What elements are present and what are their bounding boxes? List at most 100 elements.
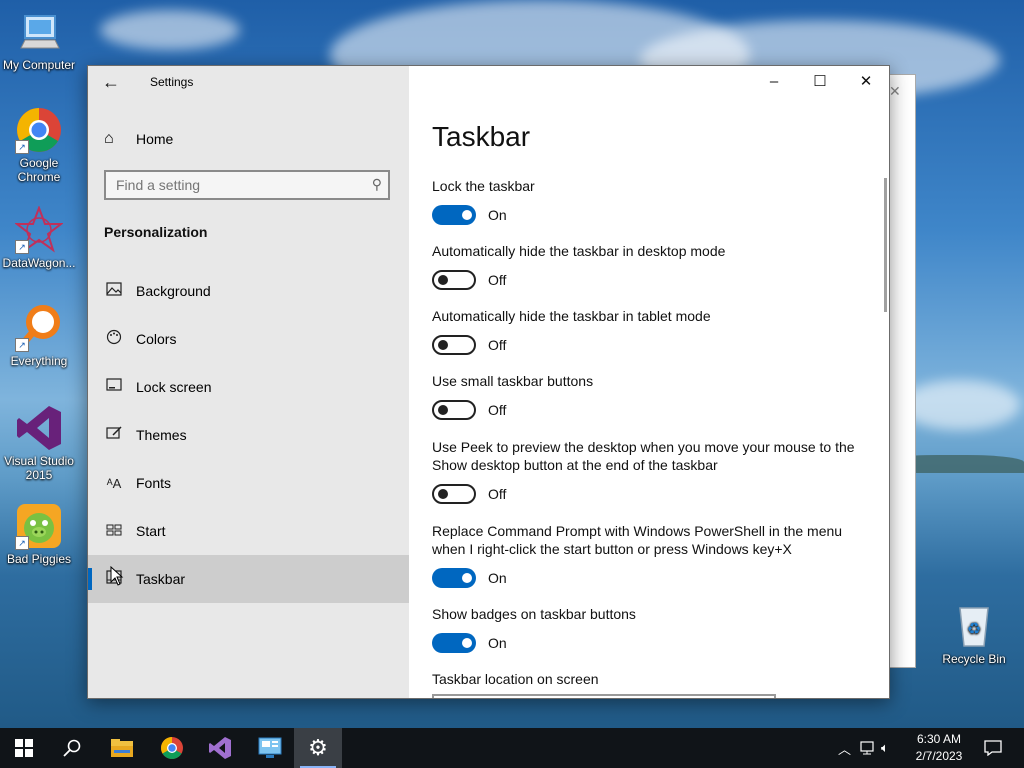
notification-icon: [984, 740, 1002, 756]
desktop-icon-recycle-bin[interactable]: ♻ Recycle Bin: [936, 602, 1012, 666]
toggle-state: Off: [488, 402, 507, 418]
back-button[interactable]: ←: [102, 72, 126, 94]
wallpaper-cloud: [900, 380, 1020, 430]
fonts-icon: ᴬA: [106, 475, 122, 491]
setting-label: Use small taskbar buttons: [432, 373, 594, 389]
visual-studio-icon: [209, 737, 231, 759]
sidebar-item-label: Colors: [136, 331, 177, 347]
window-title: Settings: [150, 75, 194, 89]
setting-autohide-desktop: Automatically hide the taskbar in deskto…: [432, 242, 862, 290]
search-icon: ⚲: [371, 176, 382, 192]
maximize-button[interactable]: ☐: [797, 66, 843, 98]
close-button[interactable]: ✕: [843, 66, 889, 98]
chrome-icon: [161, 737, 183, 759]
desktop-icon-visual-studio[interactable]: Visual Studio 2015: [1, 404, 77, 482]
desktop-icon-label: Everything: [10, 354, 68, 368]
desktop-icon-google-chrome[interactable]: ↗ Google Chrome: [1, 106, 77, 184]
sidebar-item-taskbar[interactable]: Taskbar: [88, 555, 409, 603]
toggle-switch[interactable]: [432, 270, 476, 290]
desktop-icon-label: Recycle Bin: [942, 652, 1006, 666]
toggle-knob: [462, 573, 472, 583]
recycle-bin-icon: ♻: [950, 602, 998, 650]
control-panel-icon: [258, 737, 282, 758]
back-arrow-icon: ←: [102, 72, 120, 92]
desktop-icon-datawagon[interactable]: ↗ DataWagon...: [1, 205, 77, 270]
clock-time: 6:30 AM: [916, 732, 962, 746]
shortcut-arrow-icon: ↗: [15, 536, 29, 550]
file-explorer-icon: [111, 739, 133, 757]
picture-icon: [104, 282, 124, 300]
search-input[interactable]: [106, 172, 366, 198]
setting-label: Automatically hide the taskbar in deskto…: [432, 243, 726, 259]
desktop-icon-my-computer[interactable]: My Computer: [1, 8, 77, 72]
page-title: Taskbar: [432, 121, 531, 152]
taskbar-search-button[interactable]: [48, 728, 96, 768]
taskbar-settings[interactable]: ⚙: [294, 728, 342, 768]
toggle-switch[interactable]: [432, 568, 476, 588]
taskbar: ⚙ ︿ 🔈︎ 6:30 AM 2/7/2023: [0, 728, 1024, 768]
toggle-switch[interactable]: [432, 633, 476, 653]
shortcut-arrow-icon: ↗: [15, 140, 29, 154]
toggle-knob: [438, 405, 448, 415]
taskbar-file-explorer[interactable]: [98, 728, 146, 768]
minimize-button[interactable]: –: [751, 66, 797, 98]
setting-badges: Show badges on taskbar buttons On: [432, 605, 862, 653]
toggle-switch[interactable]: [432, 205, 476, 225]
shortcut-arrow-icon: ↗: [15, 338, 29, 352]
setting-peek: Use Peek to preview the desktop when you…: [432, 438, 862, 504]
sidebar-item-fonts[interactable]: ᴬA Fonts: [88, 459, 409, 507]
minimize-icon: –: [769, 73, 779, 90]
sidebar-item-label: Lock screen: [136, 379, 212, 395]
toggle-knob: [462, 210, 472, 220]
taskbar-clock[interactable]: 6:30 AM 2/7/2023: [904, 731, 974, 765]
settings-search-box[interactable]: ⚲: [104, 170, 390, 200]
home-icon: ⌂: [104, 130, 114, 147]
desktop-icon-label: Google Chrome: [17, 156, 61, 184]
system-tray: ︿ 🔈︎: [838, 728, 889, 768]
action-center-button[interactable]: [978, 728, 1008, 768]
chevron-up-icon[interactable]: ︿: [838, 739, 851, 758]
search-icon: [63, 739, 81, 757]
sidebar-item-start[interactable]: Start: [88, 507, 409, 555]
background-window[interactable]: ✕: [888, 74, 916, 668]
desktop-icon-bad-piggies[interactable]: ↗ Bad Piggies: [1, 502, 77, 566]
sidebar-item-home[interactable]: ⌂ Home: [104, 130, 173, 148]
computer-icon: [15, 8, 63, 56]
bad-piggies-icon: ↗: [15, 502, 63, 550]
sidebar-item-themes[interactable]: Themes: [88, 411, 409, 459]
scrollbar-thumb[interactable]: [884, 178, 887, 312]
toggle-switch[interactable]: [432, 484, 476, 504]
section-title: Personalization: [104, 224, 208, 240]
desktop-icon-label: Visual Studio 2015: [4, 454, 74, 482]
toggle-switch[interactable]: [432, 400, 476, 420]
taskbar-location-dropdown[interactable]: [432, 694, 776, 698]
sidebar-item-label: Background: [136, 283, 211, 299]
sidebar-item-label: Fonts: [136, 475, 172, 491]
setting-label: Show badges on taskbar buttons: [432, 606, 636, 622]
settings-content: – ☐ ✕ Taskbar Lock the taskbar On Automa…: [409, 66, 889, 698]
toggle-switch[interactable]: [432, 335, 476, 355]
sidebar-item-colors[interactable]: Colors: [88, 315, 409, 363]
setting-autohide-tablet: Automatically hide the taskbar in tablet…: [432, 307, 862, 355]
taskbar-visual-studio[interactable]: [196, 728, 244, 768]
sidebar-item-lock-screen[interactable]: Lock screen: [88, 363, 409, 411]
setting-label: Lock the taskbar: [432, 178, 535, 194]
desktop-icon-everything[interactable]: ↗ Everything: [1, 304, 77, 368]
toggle-state: On: [488, 207, 507, 223]
start-button[interactable]: [0, 728, 48, 768]
toggle-knob: [462, 638, 472, 648]
lock-screen-icon: [104, 378, 124, 396]
sidebar-item-label: Themes: [136, 427, 187, 443]
sidebar-item-background[interactable]: Background: [88, 267, 409, 315]
maximize-icon: ☐: [813, 73, 827, 90]
setting-small-buttons: Use small taskbar buttons Off: [432, 372, 862, 420]
network-icon[interactable]: [859, 741, 875, 755]
close-icon: ✕: [889, 83, 901, 99]
sidebar-item-label: Home: [136, 131, 174, 147]
toggle-state: On: [488, 570, 507, 586]
everything-search-icon: ↗: [15, 304, 63, 352]
taskbar-chrome[interactable]: [148, 728, 196, 768]
taskbar-control-panel[interactable]: [246, 728, 294, 768]
setting-powershell: Replace Command Prompt with Windows Powe…: [432, 522, 862, 588]
volume-icon[interactable]: 🔈︎: [881, 740, 889, 756]
